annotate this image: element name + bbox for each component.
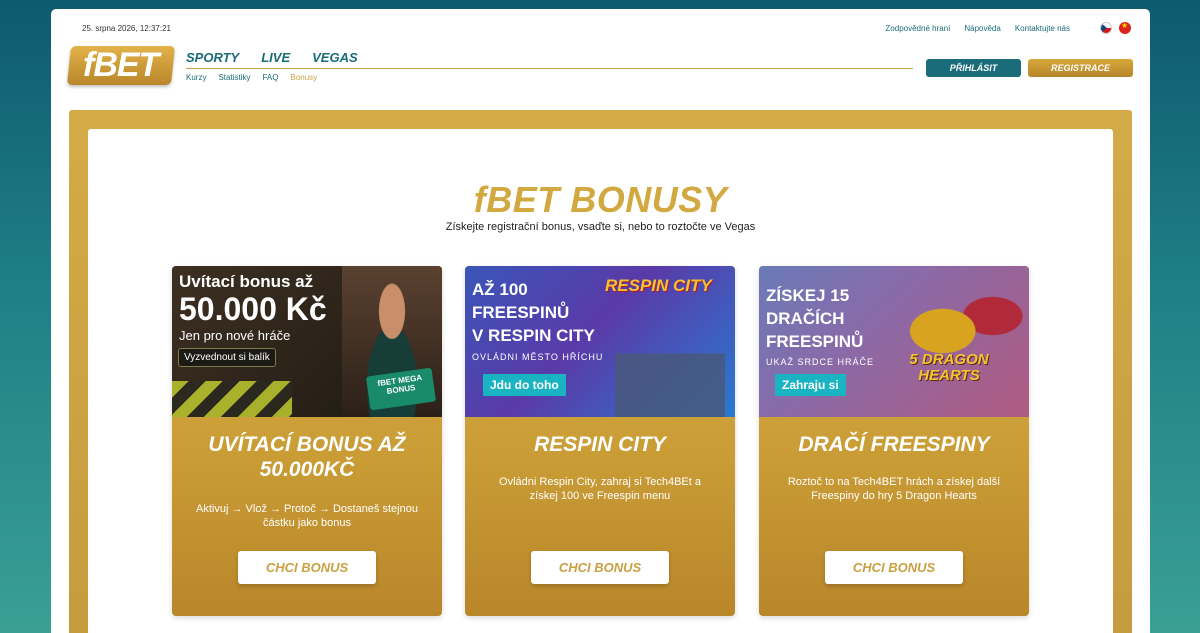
vietnam-flag-icon[interactable] xyxy=(1119,21,1131,34)
subnav-kurzy[interactable]: Kurzy xyxy=(186,73,206,82)
card-title: RESPIN CITY xyxy=(534,433,666,456)
banner-line: FREESPINŮ xyxy=(472,303,570,322)
decorative-stripes xyxy=(172,381,292,417)
contact-link[interactable]: Kontaktujte nás xyxy=(1015,24,1070,33)
banner-welcome[interactable]: Uvítací bonus až 50.000 Kč Jen pro nové … xyxy=(172,266,442,417)
banner-line: 50.000 Kč xyxy=(179,291,327,327)
card-text: Ovládni Respin City, zahraj si Tech4BEt … xyxy=(499,476,701,502)
banner-cta[interactable]: Vyzvednout si balík xyxy=(178,348,276,367)
top-utility-bar: 25. srpna 2026, 12:37:21 Zodpovědné hran… xyxy=(51,9,1150,49)
datetime: 25. srpna 2026, 12:37:21 xyxy=(82,24,171,33)
page-title: fBET BONUSY xyxy=(473,179,728,220)
bonus-card-respin-city: RESPIN CITY AŽ 100 FREESPINŮ V RESPIN CI… xyxy=(465,266,735,616)
banner-line: DRAČÍCH xyxy=(766,309,845,328)
logo-text: fBET xyxy=(83,46,159,84)
banner-cta[interactable]: Jdu do toho xyxy=(483,374,566,396)
banner-line: Jen pro nové hráče xyxy=(179,328,291,343)
banner-line: ZÍSKEJ 15 xyxy=(766,286,850,305)
card-text: Aktivuj → Vlož → Protoč → Dostaneš stejn… xyxy=(196,503,418,529)
subnav-statistiky[interactable]: Statistiky xyxy=(218,73,250,82)
game-logo: RESPIN CITY xyxy=(605,276,712,295)
banner-line: AŽ 100 xyxy=(472,280,528,299)
nav-live[interactable]: LIVE xyxy=(261,50,290,65)
nav-sporty[interactable]: SPORTY xyxy=(186,50,239,65)
banner-line: Uvítací bonus až xyxy=(179,272,314,291)
responsible-gaming-link[interactable]: Zodpovědné hraní xyxy=(885,24,950,33)
banner-line: UKAŽ SRDCE HRÁČE xyxy=(766,357,875,367)
bonus-section: fBET BONUSY Získejte registrační bonus, … xyxy=(88,129,1113,633)
register-button[interactable]: REGISTRACE xyxy=(1028,59,1133,77)
banner-line: V RESPIN CITY xyxy=(472,326,595,345)
czech-flag-icon[interactable] xyxy=(1100,22,1112,34)
bonus-card-dragon-freespins: 5 DRAGON HEARTS ZÍSKEJ 15 DRAČÍCH FREESP… xyxy=(759,266,1029,616)
banner-line: FREESPINŮ xyxy=(766,332,864,351)
banner-line: OVLÁDNI MĚSTO HŘÍCHU xyxy=(472,352,604,362)
banner-respin-city[interactable]: RESPIN CITY AŽ 100 FREESPINŮ V RESPIN CI… xyxy=(465,266,735,417)
nav-divider xyxy=(186,68,913,69)
banner-cta[interactable]: Zahraju si xyxy=(775,374,846,396)
page-subtitle: Získejte registrační bonus, vsaďte si, n… xyxy=(445,221,756,233)
nav-vegas[interactable]: VEGAS xyxy=(312,50,358,65)
login-button[interactable]: PŘIHLÁSIT xyxy=(926,59,1021,77)
help-link[interactable]: Nápověda xyxy=(964,24,1000,33)
chci-bonus-button[interactable]: CHCI BONUS xyxy=(531,551,669,584)
card-text: Roztoč to na Tech4BET hrách a získej dal… xyxy=(787,476,1001,502)
card-title: DRAČÍ FREESPINY xyxy=(798,433,990,456)
chci-bonus-button[interactable]: CHCI BONUS xyxy=(825,551,963,584)
card-title: UVÍTACÍ BONUS AŽ 50.000KČ xyxy=(208,433,406,481)
city-skyline-image xyxy=(615,326,725,417)
chci-bonus-button[interactable]: CHCI BONUS xyxy=(238,551,376,584)
bonus-frame: fBET BONUSY Získejte registrační bonus, … xyxy=(69,110,1132,633)
subnav-faq[interactable]: FAQ xyxy=(262,73,278,82)
bonus-card-welcome: Uvítací bonus až 50.000 Kč Jen pro nové … xyxy=(172,266,442,616)
utility-links: Zodpovědné hraní Nápověda Kontaktujte ná… xyxy=(885,24,1070,33)
game-logo: 5 DRAGON HEARTS xyxy=(909,351,989,384)
logo[interactable]: fBET xyxy=(66,46,176,85)
subnav-bonusy[interactable]: Bonusy xyxy=(290,73,317,82)
main-nav: SPORTY LIVE VEGAS xyxy=(186,50,358,65)
banner-dragon-hearts[interactable]: 5 DRAGON HEARTS ZÍSKEJ 15 DRAČÍCH FREESP… xyxy=(759,266,1029,417)
page: 25. srpna 2026, 12:37:21 Zodpovědné hran… xyxy=(51,9,1150,633)
sub-nav: Kurzy Statistiky FAQ Bonusy xyxy=(186,73,317,82)
